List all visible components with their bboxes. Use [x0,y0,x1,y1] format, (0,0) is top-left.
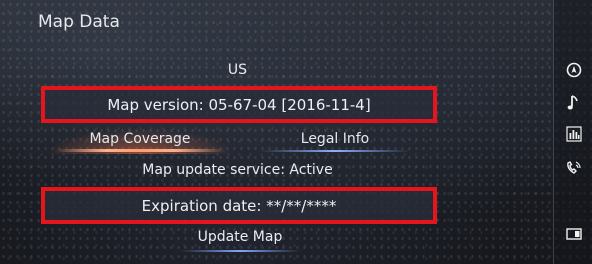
music-note-icon[interactable] [554,94,592,116]
phone-voice-icon[interactable] [554,160,592,180]
tab-legal-info-label: Legal Info [300,131,370,147]
page-title: Map Data [38,12,120,32]
equalizer-icon[interactable] [554,126,592,146]
update-service-status: Map update service: Active [142,162,333,178]
tab-indicator [260,150,410,152]
tab-map-coverage[interactable]: Map Coverage [45,128,235,154]
side-menu [553,0,592,264]
highlight-frame-expiration [41,187,437,224]
update-map-label: Update Map [197,229,283,245]
navigation-icon[interactable] [554,62,592,82]
tab-legal-info[interactable]: Legal Info [240,128,430,154]
tab-map-coverage-label: Map Coverage [89,131,191,147]
screen-toggle-icon[interactable] [554,226,592,244]
button-indicator [180,250,300,252]
update-map-button[interactable]: Update Map [140,226,340,252]
region-label: US [227,62,248,78]
active-tab-indicator [55,149,225,152]
map-data-screen: Map Data US Map version: 05-67-04 [2016-… [0,0,592,264]
highlight-frame-version [41,86,437,123]
